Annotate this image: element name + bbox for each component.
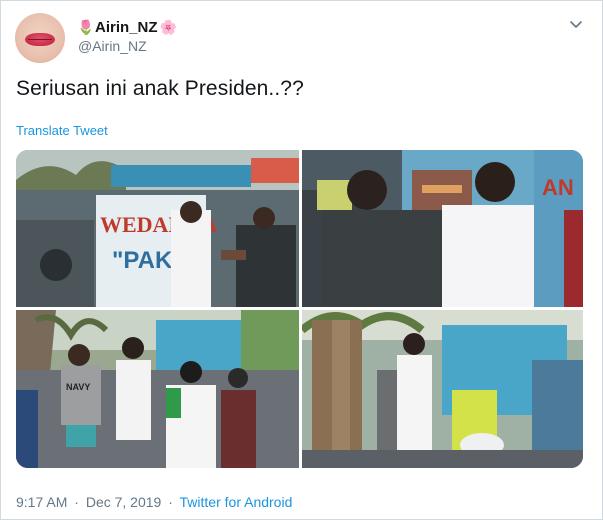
photo-2[interactable]: AN	[302, 150, 583, 307]
media-grid: WEDANGA "PAK M AN NAVY	[16, 150, 583, 468]
translate-tweet-link[interactable]: Translate Tweet	[16, 123, 108, 138]
photo-4[interactable]	[302, 310, 583, 468]
tweet-source-link[interactable]: Twitter for Android	[180, 494, 293, 510]
tweet-card: 🌷 Airin_NZ 🌸 @Airin_NZ Seriusan ini anak…	[0, 0, 603, 520]
chevron-down-icon[interactable]	[567, 15, 585, 33]
user-handle[interactable]: @Airin_NZ	[78, 38, 147, 54]
navy-shirt-text: NAVY	[66, 382, 90, 392]
meta-separator: ·	[168, 494, 173, 510]
tweet-time[interactable]: 9:17 AM	[16, 494, 67, 510]
display-name[interactable]: Airin_NZ	[95, 19, 158, 36]
user-name-row[interactable]: 🌷 Airin_NZ 🌸	[77, 17, 177, 37]
tweet-date[interactable]: Dec 7, 2019	[86, 494, 162, 510]
cherry-blossom-emoji-icon: 🌸	[159, 18, 177, 35]
tweet-metadata: 9:17 AM · Dec 7, 2019 · Twitter for Andr…	[16, 494, 292, 510]
tulip-emoji-icon: 🌷	[77, 18, 95, 35]
stall-sign-text-3: AN	[542, 175, 574, 200]
avatar[interactable]	[15, 13, 65, 63]
meta-separator: ·	[74, 494, 79, 510]
tweet-text: Seriusan ini anak Presiden..??	[16, 77, 304, 100]
photo-1[interactable]: WEDANGA "PAK M	[16, 150, 299, 307]
avatar-lips-image	[25, 33, 55, 46]
photo-3[interactable]: NAVY	[16, 310, 299, 468]
